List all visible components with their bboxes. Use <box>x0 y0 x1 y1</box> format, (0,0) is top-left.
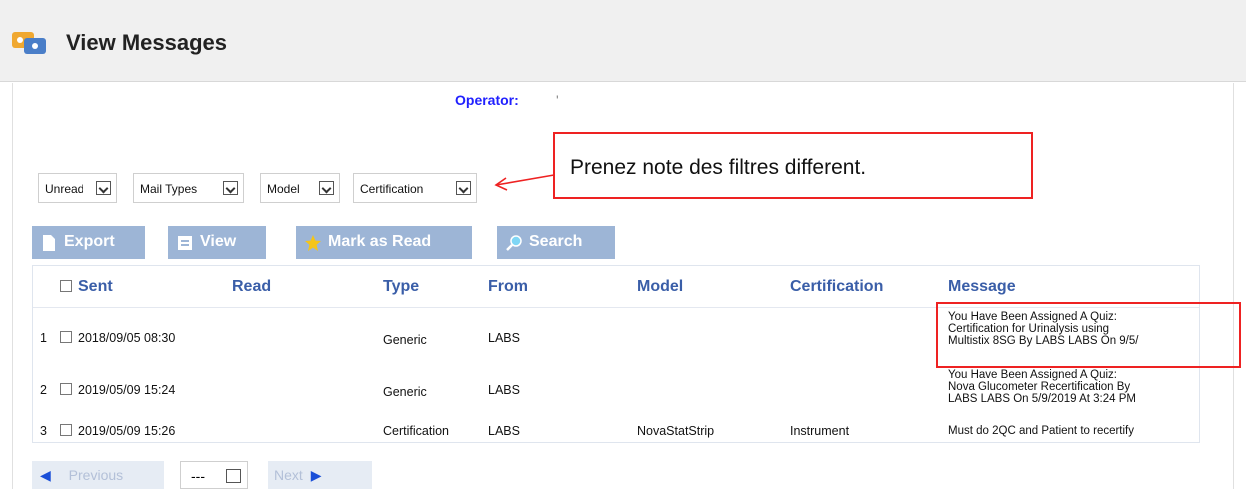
chevron-down-icon[interactable] <box>456 181 471 195</box>
message-line: Nova Glucometer Recertification By <box>948 381 1131 393</box>
filter-read-status-value: Unread <box>45 182 83 196</box>
row-checkbox[interactable] <box>60 331 72 343</box>
chevron-down-icon[interactable] <box>96 181 111 195</box>
arrow-left-icon: ◀ <box>40 467 51 483</box>
search-icon <box>506 235 522 251</box>
view-button[interactable]: View <box>168 226 266 259</box>
operator-value: ' <box>556 92 559 108</box>
column-header-certification[interactable]: Certification <box>790 278 883 296</box>
sent-value: 2019/05/09 15:26 <box>78 424 176 438</box>
message-line: You Have Been Assigned A Quiz: <box>948 369 1118 381</box>
model-value: NovaStatStrip <box>637 424 715 438</box>
table-row-sent: 2019/05/09 15:26 <box>60 424 175 438</box>
filter-model-value: Model <box>267 182 300 196</box>
annotation-highlight-box <box>936 302 1241 368</box>
message-cell[interactable]: Must do 2QC and Patient to recertify <box>948 425 1198 437</box>
table-row-sent: 2019/05/09 15:24 <box>60 383 175 397</box>
mark-as-read-label: Mark as Read <box>328 233 432 250</box>
page-select[interactable]: --- <box>180 461 248 489</box>
sent-value: 2019/05/09 15:24 <box>78 383 176 397</box>
filter-read-status[interactable]: Unread <box>38 173 117 203</box>
export-label: Export <box>64 233 115 250</box>
column-header-sent[interactable]: Sent <box>60 278 113 296</box>
mark-as-read-button[interactable]: Mark as Read <box>296 226 472 259</box>
column-header-message[interactable]: Message <box>948 278 1016 296</box>
column-header-sent-label: Sent <box>78 278 113 295</box>
from-value: LABS <box>488 424 520 438</box>
from-value: LABS <box>488 383 520 397</box>
annotation-arrow <box>494 174 555 191</box>
row-checkbox[interactable] <box>60 424 72 436</box>
from-value: LABS <box>488 331 520 345</box>
chevron-down-icon[interactable] <box>226 469 241 483</box>
row-number: 3 <box>40 424 47 438</box>
type-value: Generic <box>383 333 427 347</box>
column-header-from[interactable]: From <box>488 278 528 296</box>
chevron-down-icon[interactable] <box>223 181 238 195</box>
select-all-checkbox[interactable] <box>60 280 72 292</box>
filter-certification-value: Certification <box>360 182 424 196</box>
sent-value: 2018/09/05 08:30 <box>78 331 176 345</box>
filter-mail-types[interactable]: Mail Types <box>133 173 244 203</box>
page-select-value: --- <box>191 468 205 484</box>
row-checkbox[interactable] <box>60 383 72 395</box>
message-line: Must do 2QC and Patient to recertify <box>948 425 1135 437</box>
view-label: View <box>200 233 237 250</box>
column-header-type[interactable]: Type <box>383 278 419 296</box>
row-number: 1 <box>40 331 47 345</box>
chevron-down-icon[interactable] <box>319 181 334 195</box>
page-header: View Messages <box>0 0 1246 82</box>
search-label: Search <box>529 233 583 250</box>
operator-label: Operator: <box>455 92 519 108</box>
next-button[interactable]: Next ▶ <box>268 461 372 489</box>
search-button[interactable]: Search <box>497 226 615 259</box>
type-value: Certification <box>383 424 449 438</box>
row-number: 2 <box>40 383 47 397</box>
annotation-note: Prenez note des filtres different. <box>553 132 1033 199</box>
filter-model[interactable]: Model <box>260 173 340 203</box>
type-value: Generic <box>383 385 427 399</box>
view-icon <box>178 236 192 250</box>
certification-value: Instrument <box>790 424 850 438</box>
table-row-sent: 2018/09/05 08:30 <box>60 331 175 345</box>
arrow-right-icon: ▶ <box>310 467 322 483</box>
page-title: View Messages <box>66 30 228 55</box>
previous-button[interactable]: ◀ Previous <box>32 461 164 489</box>
message-cell[interactable]: You Have Been Assigned A Quiz: Nova Gluc… <box>948 369 1198 405</box>
column-header-model[interactable]: Model <box>637 278 683 296</box>
message-line: LABS LABS On 5/9/2019 At 3:24 PM <box>948 393 1136 405</box>
previous-label: Previous <box>68 467 124 483</box>
export-button[interactable]: Export <box>32 226 145 259</box>
column-header-read[interactable]: Read <box>232 278 271 296</box>
filter-mail-types-value: Mail Types <box>140 182 198 196</box>
messages-icon <box>12 32 46 54</box>
star-icon <box>305 235 321 251</box>
export-icon <box>43 235 55 251</box>
filter-certification[interactable]: Certification <box>353 173 477 203</box>
next-label: Next <box>274 467 303 483</box>
